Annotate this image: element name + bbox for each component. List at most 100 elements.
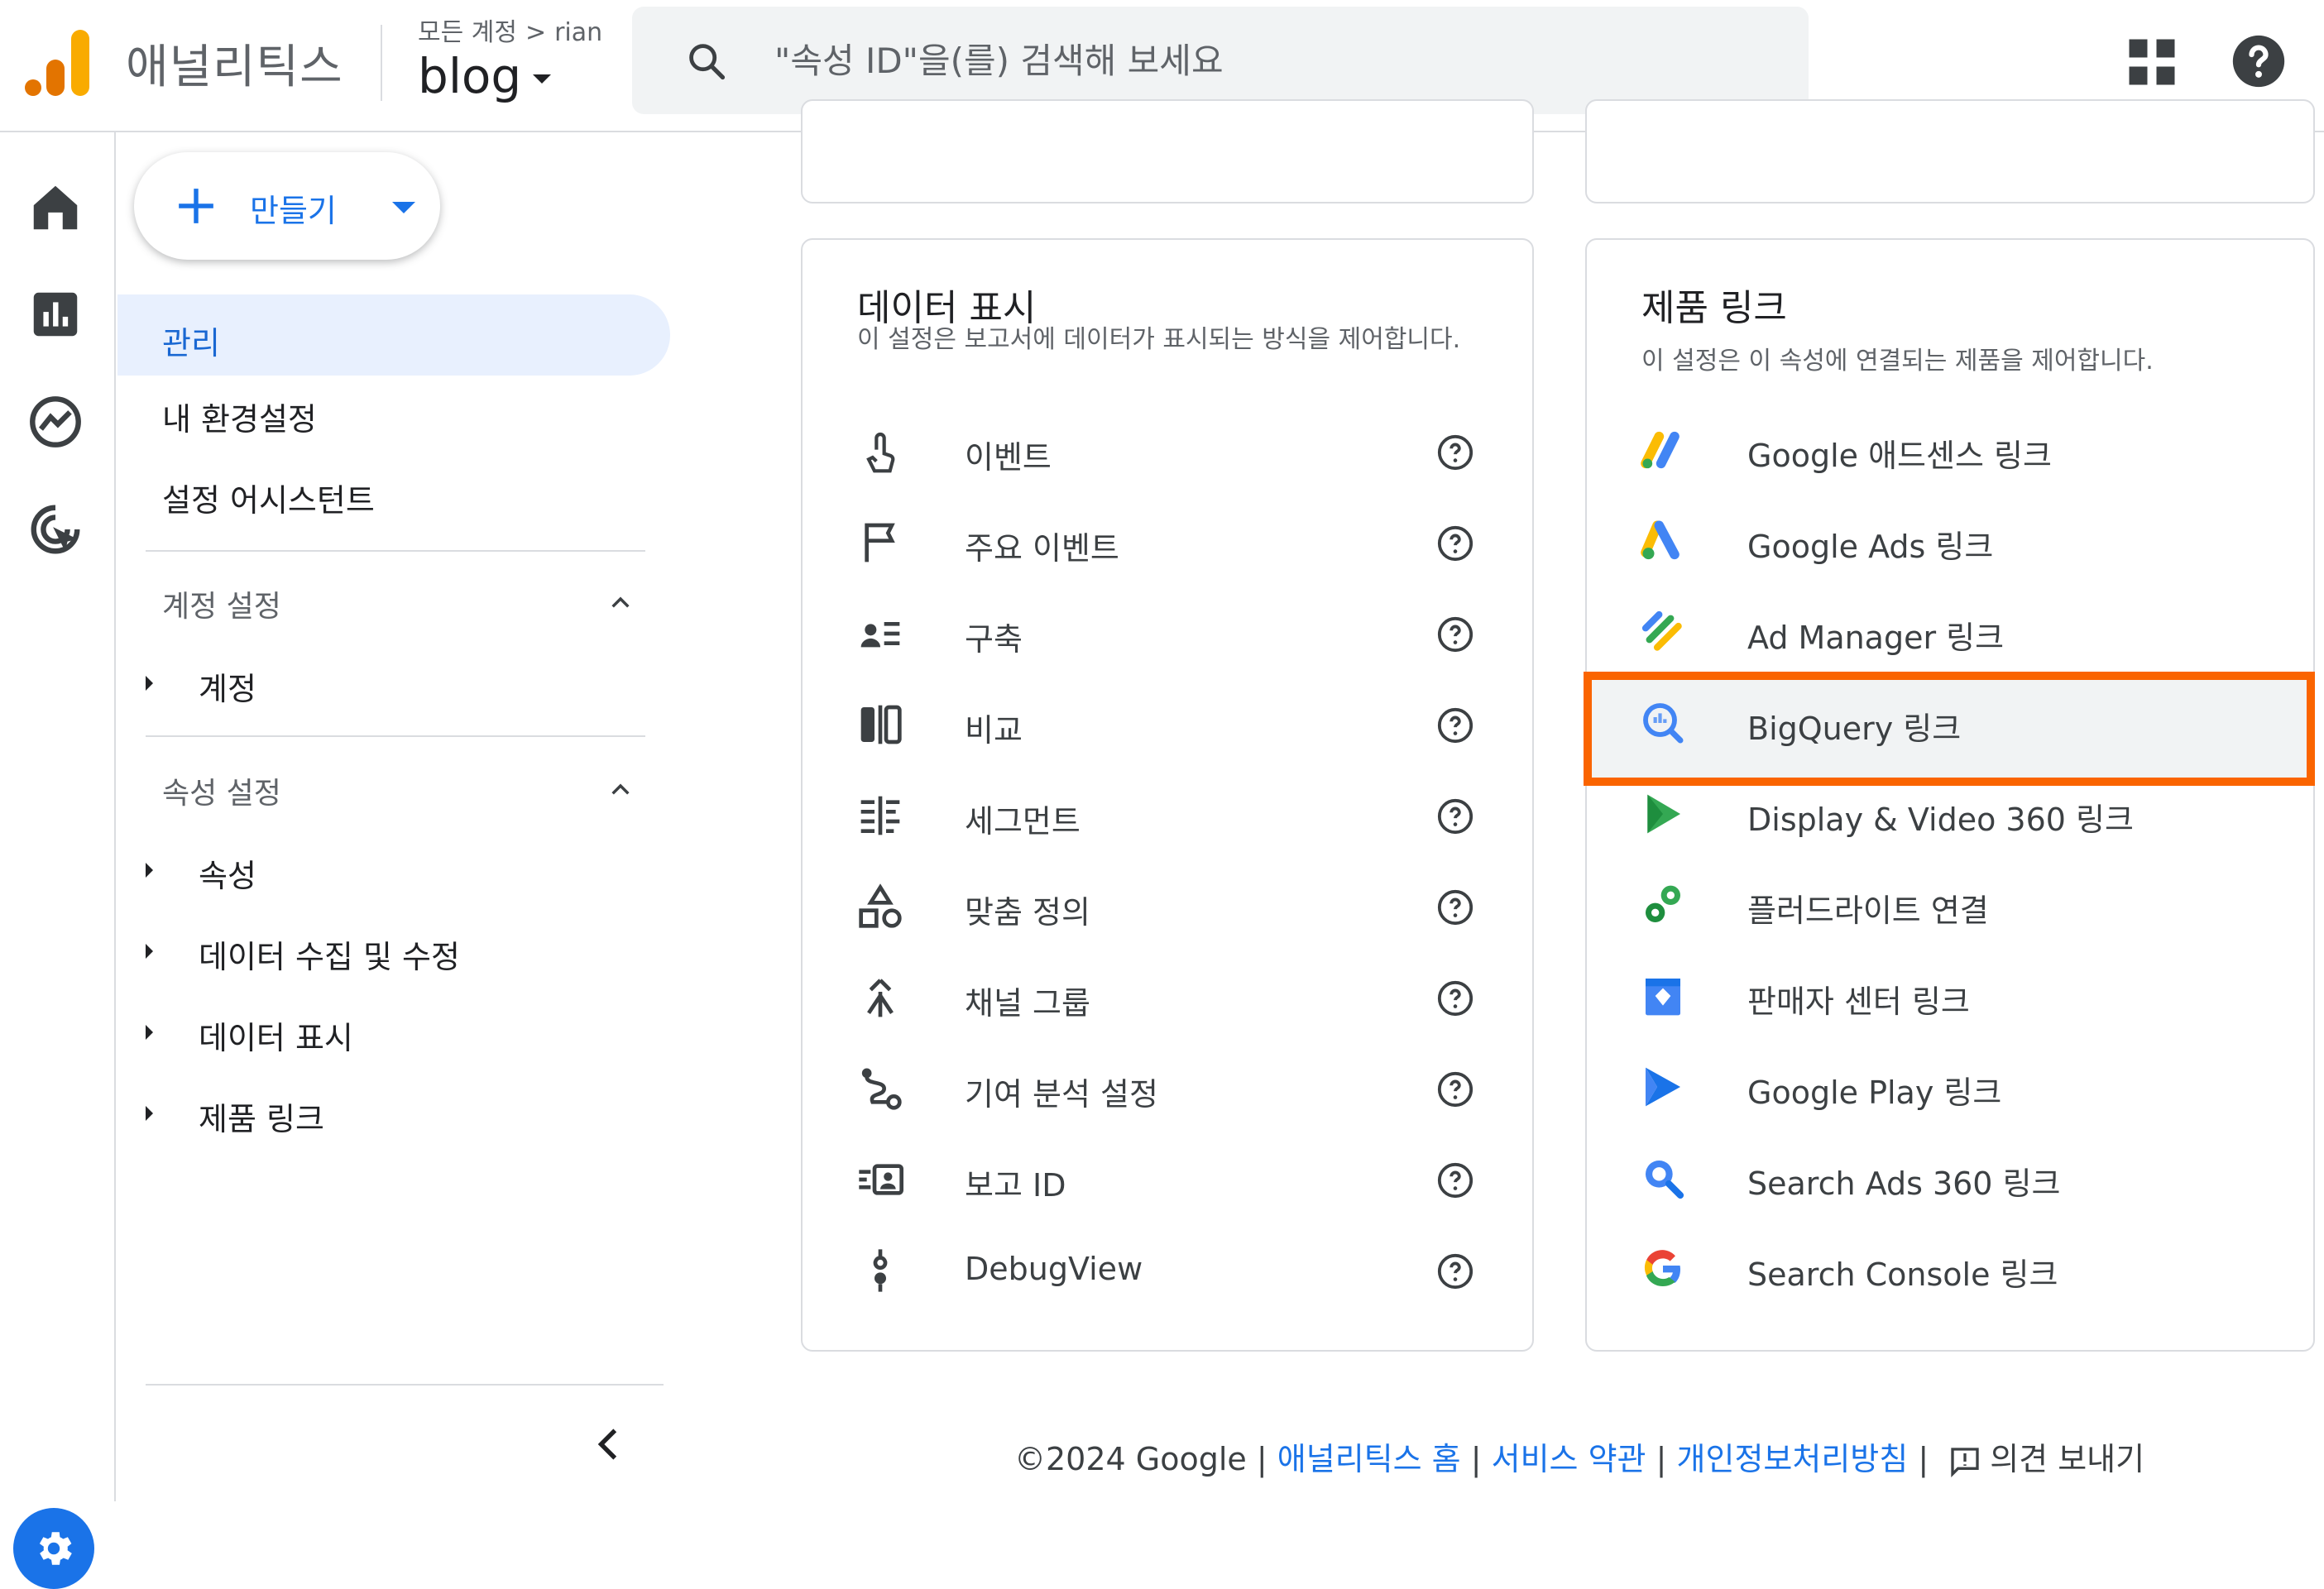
- nav-item-admin[interactable]: 관리: [117, 294, 670, 376]
- row-label: 세그먼트: [965, 803, 1081, 840]
- nav-item-product-links[interactable]: 제품 링크: [199, 1094, 324, 1139]
- footer-separator: |: [1918, 1441, 1929, 1477]
- row-floodlight-link[interactable]: 플러드라이트 연결: [1585, 864, 2315, 946]
- row-sa360-link[interactable]: Search Ads 360 링크: [1585, 1137, 2315, 1219]
- expand-arrow-icon[interactable]: [146, 676, 153, 691]
- attribution-path-icon: [861, 1068, 902, 1110]
- card-collection-partial: [801, 99, 1534, 203]
- row-custom-definitions[interactable]: 맞춤 정의: [803, 865, 1532, 948]
- bigquery-icon: [1643, 703, 1684, 744]
- apps-grid-icon[interactable]: [2125, 35, 2179, 89]
- floodlight-icon: [1646, 885, 1680, 922]
- property-selector[interactable]: blog: [418, 48, 552, 104]
- row-dv360-link[interactable]: Display & Video 360 링크: [1585, 773, 2315, 855]
- chevron-up-icon[interactable]: [607, 589, 634, 615]
- row-key-events[interactable]: 주요 이벤트: [803, 501, 1532, 584]
- merge-icon: [867, 979, 894, 1017]
- row-label: 구축: [965, 621, 1023, 658]
- collapse-chevron-left-icon[interactable]: [589, 1419, 630, 1469]
- product-links-list: Google 애드센스 링크 Google Ads 링크 Ad Manager …: [1585, 238, 2315, 1352]
- breadcrumb-account[interactable]: rian: [554, 18, 602, 47]
- help-circle-icon[interactable]: [1436, 1161, 1474, 1199]
- row-reporting-identity[interactable]: 보고 ID: [803, 1138, 1532, 1221]
- row-label: 비교: [965, 712, 1023, 749]
- nav-item-account[interactable]: 계정: [199, 663, 256, 709]
- admin-settings-button[interactable]: [13, 1508, 94, 1589]
- gear-icon: [39, 1532, 72, 1565]
- plus-icon: [179, 189, 213, 223]
- section-account-settings[interactable]: 계정 설정: [162, 582, 281, 625]
- row-merchant-center-link[interactable]: 판매자 센터 링크: [1585, 955, 2315, 1037]
- navigation-rail: [0, 132, 116, 1589]
- row-google-ads-link[interactable]: Google Ads 링크: [1585, 500, 2315, 582]
- nav-item-property[interactable]: 속성: [199, 850, 256, 896]
- create-button[interactable]: 만들기: [134, 152, 440, 260]
- row-label: 이벤트: [965, 439, 1052, 476]
- google-play-icon: [1646, 1067, 1680, 1107]
- audience-icon: [860, 622, 900, 648]
- footer-separator: |: [1470, 1441, 1482, 1477]
- row-label: 플러드라이트 연결: [1747, 893, 1989, 929]
- row-search-console-link[interactable]: Search Console 링크: [1585, 1228, 2315, 1310]
- footer-link-terms[interactable]: 서비스 약관: [1492, 1441, 1646, 1477]
- row-bigquery-link[interactable]: BigQuery 링크: [1585, 682, 2315, 764]
- footer-copyright: ©2024 Google: [1014, 1441, 1247, 1477]
- row-events[interactable]: 이벤트: [803, 410, 1532, 493]
- help-circle-icon[interactable]: [1436, 1252, 1474, 1290]
- section-property-settings[interactable]: 속성 설정: [162, 769, 281, 812]
- help-circle-icon[interactable]: [1436, 1070, 1474, 1108]
- row-segments[interactable]: 세그먼트: [803, 774, 1532, 857]
- row-adsense-link[interactable]: Google 애드센스 링크: [1585, 409, 2315, 491]
- nav-item-data-display[interactable]: 데이터 표시: [199, 1012, 353, 1058]
- row-google-play-link[interactable]: Google Play 링크: [1585, 1046, 2315, 1128]
- nav-item-data-collection[interactable]: 데이터 수집 및 수정: [199, 931, 460, 977]
- expand-arrow-icon[interactable]: [146, 944, 153, 959]
- reports-icon[interactable]: [26, 285, 84, 343]
- home-icon[interactable]: [26, 179, 84, 237]
- row-label: DebugView: [965, 1251, 1143, 1287]
- chevron-up-icon[interactable]: [607, 776, 634, 802]
- help-circle-icon[interactable]: [1436, 433, 1474, 471]
- dropdown-arrow-icon: [392, 202, 415, 213]
- footer-link-home[interactable]: 애널리틱스 홈: [1277, 1441, 1461, 1477]
- admin-side-nav: 만들기 관리 내 환경설정 설정 어시스턴트 계정 설정 계정 속성 설정 속성…: [117, 132, 672, 1501]
- analytics-logo-icon[interactable]: [25, 30, 89, 96]
- row-label: 맞춤 정의: [965, 894, 1090, 931]
- expand-arrow-icon[interactable]: [146, 863, 153, 878]
- footer-feedback[interactable]: 의견 보내기: [1990, 1441, 2144, 1477]
- footer-separator: |: [1256, 1441, 1267, 1477]
- footer-link-privacy[interactable]: 개인정보처리방침: [1677, 1441, 1909, 1477]
- ad-manager-icon: [1641, 610, 1682, 651]
- breadcrumb-all-accounts[interactable]: 모든 계정: [418, 18, 517, 47]
- nav-item-my-preferences[interactable]: 내 환경설정: [162, 394, 317, 439]
- help-circle-icon[interactable]: [1436, 706, 1474, 744]
- row-ad-manager-link[interactable]: Ad Manager 링크: [1585, 591, 2315, 673]
- compare-icon: [860, 705, 902, 744]
- breadcrumb[interactable]: 모든 계정 > rian: [418, 12, 602, 48]
- row-channel-groups[interactable]: 채널 그룹: [803, 956, 1532, 1039]
- header-divider: [381, 25, 382, 101]
- adsense-icon: [1641, 431, 1680, 469]
- expand-arrow-icon[interactable]: [146, 1106, 153, 1121]
- row-label: 보고 ID: [965, 1167, 1066, 1204]
- help-circle-icon[interactable]: [1436, 797, 1474, 835]
- help-icon[interactable]: [2231, 33, 2287, 89]
- explore-icon[interactable]: [26, 393, 84, 451]
- nav-item-setup-assistant[interactable]: 설정 어시스턴트: [162, 475, 375, 520]
- help-circle-icon[interactable]: [1436, 888, 1474, 926]
- help-circle-icon[interactable]: [1436, 979, 1474, 1017]
- row-label: Search Ads 360 링크: [1747, 1165, 2061, 1202]
- row-audiences[interactable]: 구축: [803, 592, 1532, 675]
- advertising-icon[interactable]: [26, 500, 84, 558]
- flag-icon: [865, 523, 895, 562]
- help-circle-icon[interactable]: [1436, 524, 1474, 562]
- help-circle-icon[interactable]: [1436, 615, 1474, 653]
- search-bar[interactable]: [632, 7, 1809, 114]
- display-video-360-icon: [1647, 794, 1680, 834]
- search-input[interactable]: [773, 31, 1766, 89]
- row-comparisons[interactable]: 비교: [803, 683, 1532, 766]
- expand-arrow-icon[interactable]: [146, 1025, 153, 1040]
- row-attribution-settings[interactable]: 기여 분석 설정: [803, 1047, 1532, 1130]
- row-debugview[interactable]: DebugView: [803, 1229, 1532, 1312]
- feedback-icon[interactable]: [1948, 1445, 1981, 1478]
